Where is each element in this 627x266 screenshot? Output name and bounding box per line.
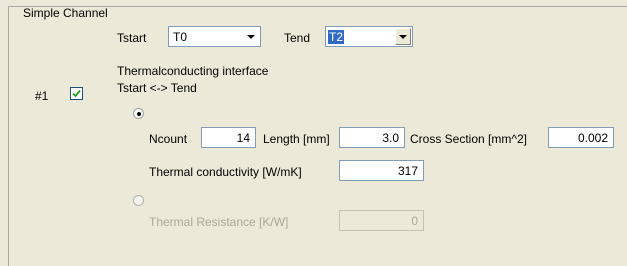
conductivity-input[interactable]: 317 xyxy=(339,160,424,181)
chevron-down-icon xyxy=(247,35,255,39)
tstart-dropdown-arrow[interactable] xyxy=(243,28,259,45)
interface-index-label: #1 xyxy=(35,89,49,103)
group-title: Simple Channel xyxy=(21,6,110,20)
interface-heading: Thermalconducting interface xyxy=(117,64,269,78)
cross-section-input[interactable]: 0.002 xyxy=(548,127,614,148)
tend-select[interactable]: T2 xyxy=(325,26,413,47)
length-input[interactable]: 3.0 xyxy=(339,127,405,148)
length-label: Length [mm] xyxy=(263,132,330,146)
resistance-mode-radio[interactable] xyxy=(133,195,144,206)
tstart-select[interactable]: T0 xyxy=(168,26,261,47)
cross-section-label: Cross Section [mm^2] xyxy=(410,132,527,146)
ncount-label: Ncount xyxy=(149,132,188,146)
chevron-down-icon xyxy=(399,35,407,39)
tend-dropdown-arrow[interactable] xyxy=(395,28,411,45)
resistance-input: 0 xyxy=(339,210,424,231)
radio-dot-icon xyxy=(137,112,141,116)
tend-label: Tend xyxy=(284,31,311,45)
conductivity-label: Thermal conductivity [W/mK] xyxy=(149,165,302,179)
interface-enabled-checkbox[interactable] xyxy=(70,87,83,100)
checkmark-icon xyxy=(72,89,81,98)
conductivity-mode-radio[interactable] xyxy=(133,108,144,119)
ncount-input[interactable]: 14 xyxy=(201,127,256,148)
tstart-select-value: T0 xyxy=(173,30,188,44)
interface-subheading: Tstart <-> Tend xyxy=(117,81,197,95)
tend-select-value: T2 xyxy=(328,30,345,44)
resistance-label: Thermal Resistance [K/W] xyxy=(149,215,289,229)
tstart-label: Tstart xyxy=(117,31,147,45)
